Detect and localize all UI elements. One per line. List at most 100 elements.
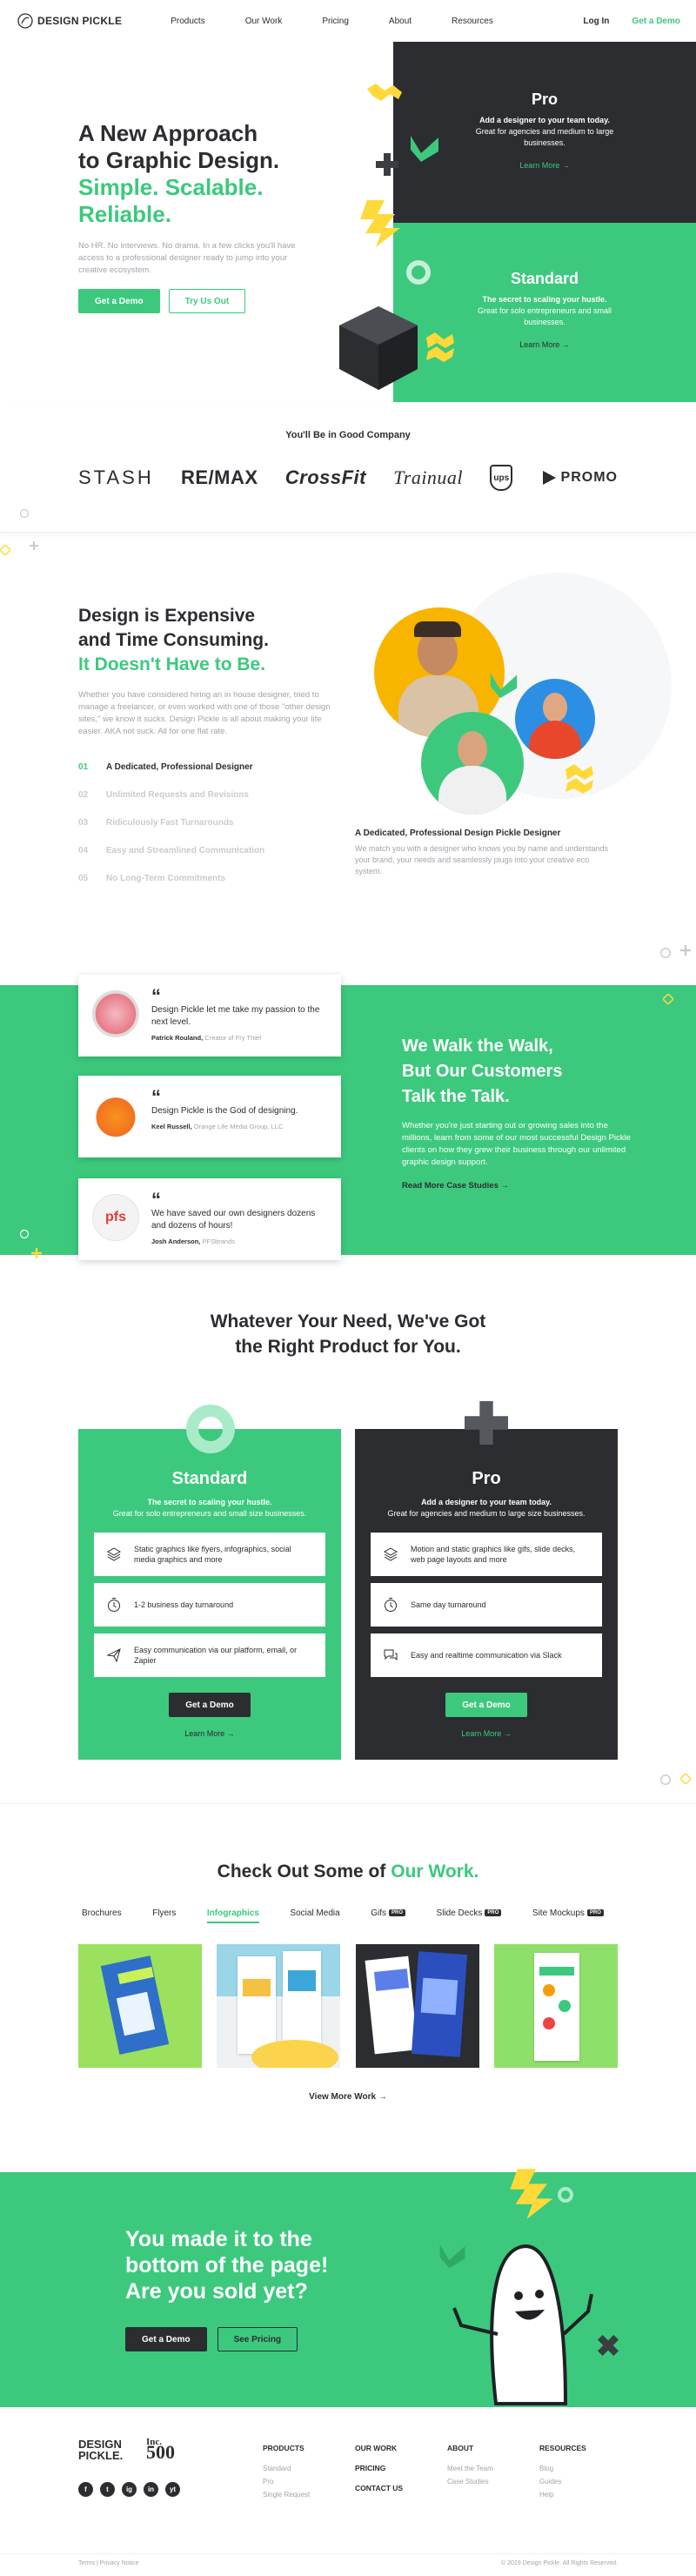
standard-learn-more-link[interactable]: Learn More →: [78, 1729, 341, 1738]
expensive-title-line: Design is Expensive: [78, 606, 256, 626]
pro-learn-more-link[interactable]: Learn More →: [355, 1729, 618, 1738]
tab-flyers[interactable]: Flyers: [152, 1909, 176, 1923]
login-link[interactable]: Log In: [583, 17, 609, 26]
benefit-item[interactable]: 05 No Long-Term Commitments: [78, 865, 331, 893]
products-title-line: Whatever Your Need, We've Got: [210, 1311, 486, 1332]
standard-title: Standard: [510, 270, 579, 287]
tab-slide-decks[interactable]: Slide Decks PRO: [437, 1909, 502, 1923]
header-get-demo-link[interactable]: Get a Demo: [632, 17, 680, 26]
feature-row: 1-2 business day turnaround: [94, 1583, 325, 1627]
header-actions: Log In Get a Demo: [583, 0, 680, 42]
testimonial-card: “ Design Pickle let me take my passion t…: [78, 975, 341, 1057]
company-logo-row: STASH RE/MAX CrossFit Trainual ups PROMO: [0, 465, 696, 491]
feature-row: Easy communication via our platform, ema…: [94, 1633, 325, 1677]
remax-logo: RE/MAX: [180, 466, 258, 488]
paper-plane-icon: [106, 1648, 121, 1663]
hero-title: A New Approach to Graphic Design. Simple…: [78, 120, 339, 228]
dark-plus-icon: [376, 153, 398, 176]
tab-social-media[interactable]: Social Media: [290, 1909, 339, 1923]
stopwatch-icon: [385, 1598, 397, 1612]
tab-brochures[interactable]: Brochures: [82, 1909, 122, 1923]
facebook-icon[interactable]: f: [78, 2482, 93, 2497]
twitter-icon[interactable]: t: [100, 2482, 115, 2497]
work-thumbnail[interactable]: [78, 1944, 202, 2068]
footer-link[interactable]: Guides: [539, 2475, 586, 2488]
expensive-body: Whether you have considered hiring an in…: [78, 690, 331, 736]
company-logos-section: You'll Be in Good Company STASH RE/MAX C…: [0, 402, 696, 533]
benefit-item[interactable]: 02 Unlimited Requests and Revisions: [78, 782, 331, 809]
case-studies-link[interactable]: Read More Case Studies →: [402, 1181, 637, 1191]
footer-link[interactable]: Blog: [539, 2462, 586, 2475]
footer-link[interactable]: Case Studies: [447, 2475, 493, 2488]
walk-title-line: But Our Customers: [402, 1062, 563, 1081]
diamond-decoration-icon: [680, 1774, 691, 1784]
testimonial-role: PFSbrands: [202, 1238, 236, 1245]
pro-card-description: Great for agencies and medium to large s…: [387, 1509, 586, 1518]
tab-gifs[interactable]: Gifs PRO: [371, 1909, 406, 1923]
yellow-squiggle-icon: [426, 332, 454, 362]
standard-get-demo-button[interactable]: Get a Demo: [169, 1693, 251, 1717]
benefit-item[interactable]: 01 A Dedicated, Professional Designer: [78, 754, 331, 782]
pickle-logo-icon: [17, 13, 33, 29]
benefit-text: A Dedicated, Professional Designer: [106, 762, 253, 772]
testimonial-name: Josh Anderson,: [151, 1238, 201, 1245]
bottom-get-demo-button[interactable]: Get a Demo: [125, 2327, 207, 2351]
nav-about[interactable]: About: [389, 17, 412, 26]
feature-description: We match you with a designer who knows y…: [355, 844, 608, 875]
feature-text: Easy communication via our platform, ema…: [134, 1646, 298, 1665]
pro-description: Great for agencies and medium to large b…: [475, 127, 614, 147]
nav-our-work[interactable]: Our Work: [245, 17, 283, 26]
footer-link[interactable]: PRICING: [355, 2462, 403, 2475]
work-tabs: Brochures Flyers Infographics Social Med…: [0, 1909, 696, 1923]
logo[interactable]: DESIGN PICKLE: [17, 13, 122, 29]
standard-card-description: Great for solo entrepreneurs and small s…: [112, 1509, 307, 1518]
standard-card-title: Standard: [171, 1469, 248, 1488]
dark-cube-icon: [339, 306, 418, 390]
tab-infographics[interactable]: Infographics: [206, 1909, 259, 1923]
footer-col-heading[interactable]: ABOUT: [447, 2442, 493, 2455]
youtube-icon[interactable]: yt: [165, 2482, 180, 2497]
benefit-item[interactable]: 04 Easy and Streamlined Communication: [78, 837, 331, 865]
work-thumbnail[interactable]: [493, 1944, 618, 2068]
work-thumbnail[interactable]: [355, 1944, 479, 2068]
footer-link[interactable]: Help: [539, 2488, 586, 2501]
nav-resources[interactable]: Resources: [452, 17, 493, 26]
work-thumbnail[interactable]: [217, 1944, 341, 2068]
hero-get-demo-button[interactable]: Get a Demo: [78, 289, 160, 313]
hero-try-us-button[interactable]: Try Us Out: [168, 289, 246, 313]
footer-link[interactable]: Pro: [263, 2475, 310, 2488]
expensive-title: Design is Expensive and Time Consuming. …: [78, 604, 331, 677]
pro-badge: PRO: [485, 1909, 502, 1917]
footer-link[interactable]: Meet the Team: [447, 2462, 493, 2475]
hero-standard-panel[interactable]: Standard The secret to scaling your hust…: [393, 223, 696, 402]
footer-link[interactable]: Standard: [263, 2462, 310, 2475]
footer-col-heading[interactable]: OUR WORK: [355, 2442, 403, 2455]
testimonial-card: “ Design Pickle is the God of designing.…: [78, 1076, 341, 1157]
nav-pricing[interactable]: Pricing: [322, 17, 349, 26]
benefit-text: Unlimited Requests and Revisions: [106, 790, 249, 800]
footer-logo[interactable]: DESIGN PICKLE.: [78, 2438, 123, 2461]
pro-get-demo-button[interactable]: Get a Demo: [445, 1693, 527, 1717]
ring-decoration-icon: [660, 948, 671, 958]
footer-col-resources: RESOURCES Blog Guides Help: [539, 2442, 586, 2501]
see-pricing-button[interactable]: See Pricing: [217, 2327, 298, 2351]
walk-title-line: We Walk the Walk,: [402, 1036, 553, 1056]
testimonial-name: Keel Russell,: [151, 1123, 192, 1130]
bottom-title-line: You made it to the: [125, 2227, 312, 2251]
instagram-icon[interactable]: ig: [122, 2482, 137, 2497]
footer-col-heading[interactable]: PRODUCTS: [263, 2442, 310, 2455]
terms-privacy-links[interactable]: Terms | Privacy Notice: [78, 2560, 139, 2566]
linkedin-icon[interactable]: in: [144, 2482, 158, 2497]
footer-link[interactable]: CONTACT US: [355, 2482, 403, 2495]
green-ring-icon: [186, 1405, 235, 1453]
tab-site-mockups[interactable]: Site Mockups PRO: [532, 1909, 604, 1923]
benefit-item[interactable]: 03 Ridiculously Fast Turnarounds: [78, 809, 331, 837]
footer-link[interactable]: Single Request: [263, 2488, 310, 2501]
footer-col-heading[interactable]: RESOURCES: [539, 2442, 586, 2455]
nav-products[interactable]: Products: [171, 17, 204, 26]
view-more-work-link[interactable]: View More Work →: [0, 2092, 696, 2102]
hero-title-line: to Graphic Design.: [78, 147, 280, 173]
footer-divider: [0, 2553, 696, 2554]
testimonial-card: pfs “ We have saved our own designers do…: [78, 1178, 341, 1260]
testimonial-avatar: pfs: [92, 1194, 139, 1241]
